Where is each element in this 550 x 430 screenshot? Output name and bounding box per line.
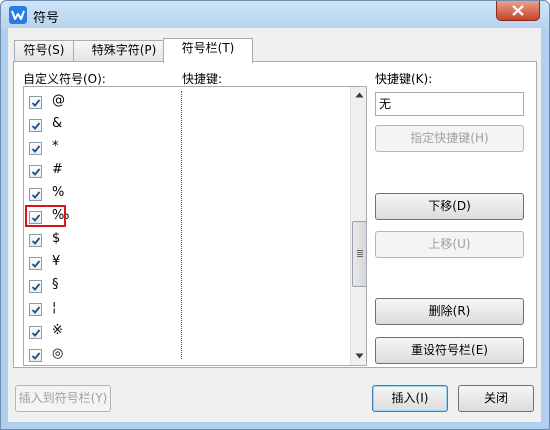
list-item[interactable]: @ bbox=[24, 91, 182, 114]
item-symbol: ¥ bbox=[52, 254, 61, 269]
checkmark-icon bbox=[31, 168, 41, 176]
insert-to-symbol-bar-button[interactable]: 插入到符号栏(Y) bbox=[15, 385, 111, 412]
item-symbol: # bbox=[52, 162, 63, 177]
insert-button[interactable]: 插入(I) bbox=[372, 385, 448, 412]
tab-special-characters[interactable]: 特殊字符(P) bbox=[73, 40, 175, 61]
item-symbol: * bbox=[52, 139, 59, 154]
item-symbol: § bbox=[52, 277, 59, 292]
item-checkbox[interactable] bbox=[29, 257, 42, 270]
item-checkbox[interactable] bbox=[29, 96, 42, 109]
item-checkbox[interactable] bbox=[29, 188, 42, 201]
tab-symbol-bar[interactable]: 符号栏(T) bbox=[163, 38, 253, 63]
shortcut-key-field[interactable]: 无 bbox=[375, 92, 524, 116]
item-checkbox[interactable] bbox=[29, 349, 42, 362]
list-item[interactable]: ¥ bbox=[24, 252, 182, 275]
custom-symbols-label: 自定义符号(O): bbox=[23, 72, 106, 86]
item-checkbox[interactable] bbox=[29, 142, 42, 155]
checkmark-icon bbox=[31, 283, 41, 291]
selected-item-highlight bbox=[25, 205, 66, 227]
checkmark-icon bbox=[31, 122, 41, 130]
list-item[interactable]: * bbox=[24, 137, 182, 160]
checkmark-icon bbox=[31, 99, 41, 107]
item-checkbox[interactable] bbox=[29, 119, 42, 132]
item-symbol: ◎ bbox=[52, 346, 64, 361]
checkmark-icon bbox=[31, 352, 41, 360]
reset-symbol-bar-button[interactable]: 重设符号栏(E) bbox=[375, 337, 524, 364]
item-checkbox[interactable] bbox=[29, 234, 42, 247]
list-item[interactable]: # bbox=[24, 160, 182, 183]
item-checkbox[interactable] bbox=[29, 303, 42, 316]
close-button[interactable]: 关闭 bbox=[458, 385, 534, 412]
shortcut-column-label: 快捷键: bbox=[182, 72, 223, 86]
item-symbol: & bbox=[52, 116, 63, 131]
close-x-icon bbox=[512, 5, 524, 16]
checkmark-icon bbox=[31, 306, 41, 314]
item-checkbox[interactable] bbox=[29, 326, 42, 339]
checkmark-icon bbox=[31, 329, 41, 337]
tab-symbols[interactable]: 符号(S) bbox=[14, 40, 74, 61]
list-item[interactable]: ※ bbox=[24, 321, 182, 344]
item-symbol: % bbox=[52, 185, 65, 200]
list-item[interactable]: % bbox=[24, 183, 182, 206]
item-checkbox[interactable] bbox=[29, 165, 42, 178]
list-item[interactable]: & bbox=[24, 114, 182, 137]
move-down-button[interactable]: 下移(D) bbox=[375, 193, 524, 220]
list-scrollbar[interactable] bbox=[350, 87, 366, 365]
item-symbol: $ bbox=[52, 231, 61, 246]
move-up-button[interactable]: 上移(U) bbox=[375, 231, 524, 258]
item-checkbox[interactable] bbox=[29, 280, 42, 293]
list-item[interactable]: ◎ bbox=[24, 344, 182, 365]
item-symbol: ※ bbox=[52, 323, 63, 338]
window-title: 符号 bbox=[33, 11, 60, 26]
item-symbol: ¦ bbox=[52, 300, 57, 315]
triangle-down-icon bbox=[355, 353, 364, 359]
delete-button[interactable]: 删除(R) bbox=[375, 298, 524, 325]
close-window-button[interactable] bbox=[496, 1, 540, 21]
checkmark-icon bbox=[31, 260, 41, 268]
scroll-thumb[interactable] bbox=[352, 221, 366, 287]
checkmark-icon bbox=[31, 191, 41, 199]
custom-symbol-list[interactable]: @ & * # % ‰ $ ¥ § ¦ ※ ◎ bbox=[23, 86, 367, 366]
scroll-up-button[interactable] bbox=[351, 87, 366, 104]
checkmark-icon bbox=[31, 237, 41, 245]
title-bar[interactable]: 符号 bbox=[1, 1, 549, 29]
wps-app-icon bbox=[9, 6, 27, 24]
list-item[interactable]: ¦ bbox=[24, 298, 182, 321]
shortcut-key-label: 快捷键(K): bbox=[375, 72, 433, 86]
list-item[interactable]: $ bbox=[24, 229, 182, 252]
triangle-up-icon bbox=[355, 92, 364, 98]
item-symbol: @ bbox=[52, 93, 65, 108]
assign-shortcut-button[interactable]: 指定快捷键(H) bbox=[375, 125, 524, 152]
list-item[interactable]: § bbox=[24, 275, 182, 298]
scroll-down-button[interactable] bbox=[351, 348, 366, 365]
checkmark-icon bbox=[31, 145, 41, 153]
